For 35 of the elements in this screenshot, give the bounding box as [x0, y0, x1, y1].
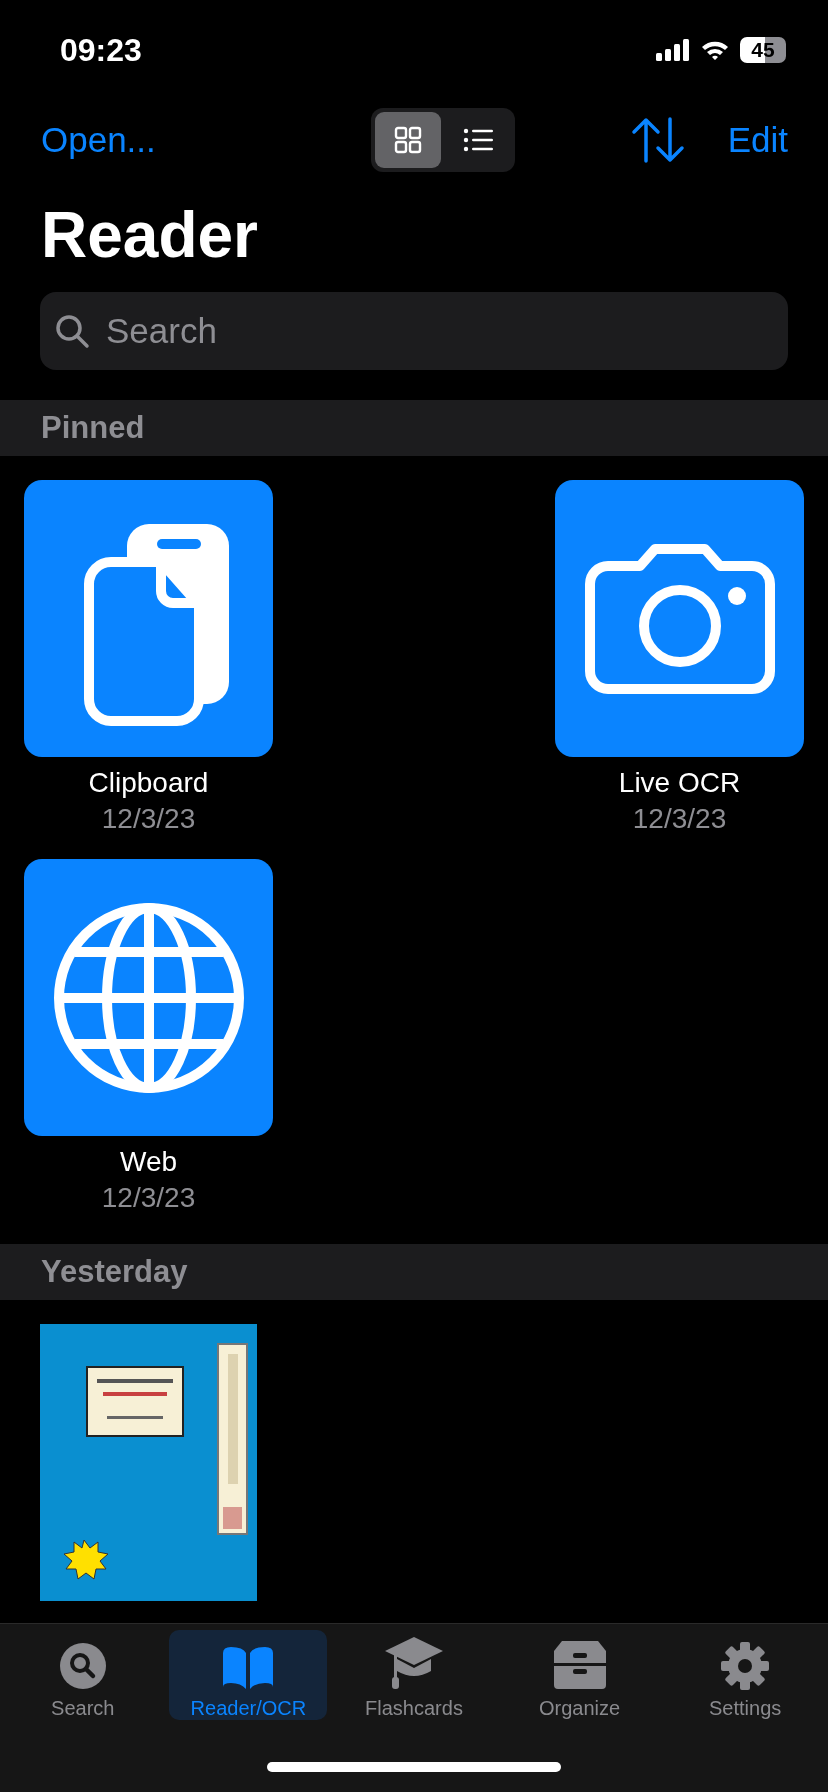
archive-box-icon — [551, 1639, 608, 1691]
open-link[interactable]: Open... — [41, 120, 156, 160]
tab[interactable]: Search — [3, 1630, 162, 1720]
search-icon — [54, 313, 90, 350]
grid-icon[interactable] — [374, 112, 441, 168]
tab[interactable]: Reader/OCR — [169, 1630, 328, 1720]
signal-icon — [656, 39, 690, 61]
search-icon — [57, 1641, 108, 1691]
item-name: Clipboard — [88, 767, 209, 800]
section-header: Yesterday — [0, 1244, 828, 1301]
tab[interactable]: Organize — [500, 1630, 659, 1720]
camera-tile[interactable] — [555, 480, 804, 758]
section-header: Pinned — [0, 400, 828, 457]
graduation-cap-icon — [383, 1635, 445, 1691]
item-name: Live OCR — [618, 767, 741, 800]
globe-tile[interactable] — [24, 859, 273, 1137]
item-date: 12/3/23 — [101, 803, 196, 836]
view-mode-control[interactable] — [370, 108, 515, 172]
edit-link[interactable]: Edit — [727, 120, 788, 160]
battery-icon: 45 — [740, 37, 786, 63]
page-title: Reader — [41, 200, 259, 271]
sort-icon[interactable] — [629, 117, 686, 163]
status-time: 09:23 — [60, 31, 142, 69]
item-date: 12/3/23 — [632, 803, 727, 836]
clipboard-tile[interactable] — [24, 480, 273, 758]
item-date: 12/3/23 — [101, 1182, 196, 1215]
tab[interactable]: Flashcards — [335, 1630, 493, 1720]
camera-icon — [584, 543, 775, 694]
search-field[interactable]: Search — [104, 310, 774, 353]
tab[interactable]: Settings — [666, 1630, 825, 1720]
item-name: Web — [119, 1146, 178, 1179]
settings-icon — [720, 1641, 771, 1691]
wifi-icon — [700, 39, 730, 61]
search-bar[interactable]: Search — [40, 292, 788, 371]
book-icon — [221, 1645, 276, 1691]
